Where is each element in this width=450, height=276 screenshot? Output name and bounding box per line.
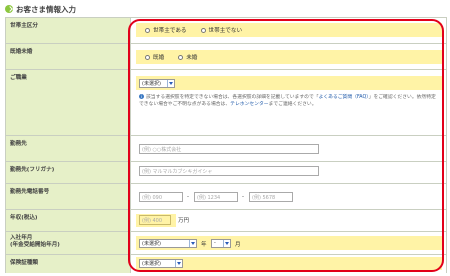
radio-householder-no[interactable]: 世帯主でない — [200, 26, 243, 34]
radio-circle-icon — [200, 27, 206, 33]
section-header: お客さま情報入力 — [5, 2, 76, 16]
row-employer-kana: 勤務先(フリガナ) (例) マルマルカブシキガイシャ — [6, 162, 446, 184]
chevron-down-icon — [223, 239, 230, 247]
faq-link[interactable]: よくあるご質問（FAQ） — [319, 95, 369, 100]
employer-kana-input[interactable]: (例) マルマルカブシキガイシャ — [139, 166, 319, 176]
phone-part3-input[interactable]: (例) 5678 — [249, 192, 293, 202]
employer-kana-label: 勤務先(フリガナ) — [6, 162, 131, 183]
select-value: (未選択) — [142, 80, 161, 87]
employer-phone-label: 勤務先電話番号 — [6, 184, 131, 209]
householder-label: 世帯主区分 — [6, 18, 131, 43]
radio-label: 世帯主である — [153, 28, 187, 34]
check-circle-icon — [5, 5, 13, 13]
occupation-label: ご職業 — [6, 70, 131, 135]
customer-info-form: 世帯主区分 世帯主である 世帯主でない 既婚未婚 既婚 未婚 ご職業 (未選択)… — [5, 17, 447, 273]
radio-label: 世帯主でない — [208, 28, 243, 34]
chevron-down-icon — [175, 260, 182, 267]
radio-householder-yes[interactable]: 世帯主である — [145, 26, 187, 34]
marital-label: 既婚未婚 — [6, 44, 131, 69]
employer-input[interactable]: (例) ○○株式会社 — [139, 144, 319, 154]
radio-married[interactable]: 既婚 — [145, 53, 164, 61]
insurance-select[interactable]: (未選択) — [139, 259, 183, 268]
insurance-label: 保険証種類 — [6, 255, 131, 273]
row-occupation: ご職業 (未選択) i 該当する選択肢を特定できない場合は、各選択肢の詳細を記載し… — [6, 70, 446, 136]
occupation-note: i 該当する選択肢を特定できない場合は、各選択肢の詳細を記載していますので「よくあ… — [139, 94, 436, 107]
radio-circle-icon — [178, 54, 184, 60]
section-title: お客さま情報入力 — [16, 4, 76, 14]
radio-circle-icon — [145, 54, 150, 60]
select-value: (未選択) — [142, 240, 161, 247]
row-employer-phone: 勤務先電話番号 (例) 090 - (例) 1234 - (例) 5678 — [6, 184, 446, 210]
telephone-center-link[interactable]: テレホンセンター — [230, 102, 268, 107]
income-unit: 万円 — [178, 218, 190, 224]
chevron-down-icon — [167, 79, 174, 87]
phone-part1-input[interactable]: (例) 090 — [139, 192, 183, 202]
chevron-down-icon — [189, 239, 196, 247]
radio-unmarried[interactable]: 未婚 — [178, 53, 197, 61]
join-date-label: 入社年月 (年金受給開始年月) — [6, 232, 131, 254]
income-label: 年収(税込) — [6, 210, 131, 231]
phone-separator: - — [242, 194, 244, 200]
row-join-date: 入社年月 (年金受給開始年月) (未選択) 年 - 月 — [6, 232, 446, 255]
row-insurance: 保険証種類 (未選択) — [6, 255, 446, 273]
radio-label: 未婚 — [186, 55, 198, 61]
join-month-select[interactable]: - — [211, 238, 231, 248]
row-householder: 世帯主区分 世帯主である 世帯主でない — [6, 18, 446, 44]
income-input[interactable]: (例) 400 — [139, 215, 171, 225]
employer-label: 勤務先 — [6, 136, 131, 161]
radio-circle-icon — [145, 27, 150, 33]
phone-separator: - — [187, 194, 189, 200]
month-unit: 月 — [235, 242, 241, 248]
occupation-select[interactable]: (未選択) — [139, 78, 175, 88]
row-income: 年収(税込) (例) 400 万円 — [6, 210, 446, 232]
row-marital: 既婚未婚 既婚 未婚 — [6, 44, 446, 70]
select-value: (未選択) — [142, 261, 161, 267]
join-year-select[interactable]: (未選択) — [139, 238, 197, 248]
info-icon: i — [139, 94, 144, 99]
radio-label: 既婚 — [153, 55, 165, 61]
row-employer: 勤務先 (例) ○○株式会社 — [6, 136, 446, 162]
phone-part2-input[interactable]: (例) 1234 — [194, 192, 238, 202]
year-unit: 年 — [201, 242, 207, 248]
select-value: - — [214, 240, 216, 246]
